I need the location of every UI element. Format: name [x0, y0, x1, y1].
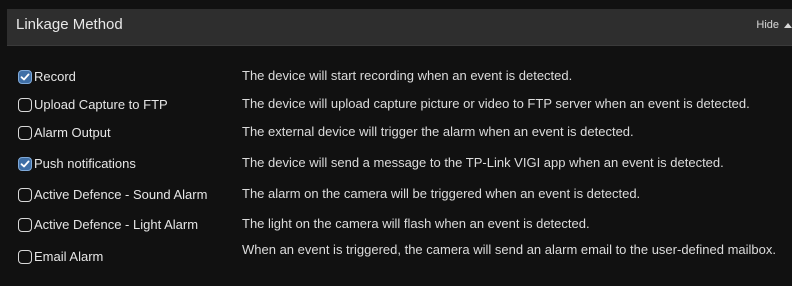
option-description: The light on the camera will flash when … — [242, 216, 590, 231]
checkbox[interactable] — [18, 97, 32, 112]
option-record[interactable]: Record — [18, 69, 76, 84]
option-active-defence-sound-alarm[interactable]: Active Defence - Sound Alarm — [18, 187, 207, 202]
option-label: Active Defence - Light Alarm — [34, 217, 199, 232]
checkbox[interactable] — [18, 249, 32, 264]
option-push-notifications[interactable]: Push notifications — [18, 156, 136, 171]
option-description: The device will upload capture picture o… — [242, 96, 750, 111]
check-icon — [20, 73, 30, 80]
option-description: When an event is triggered, the camera w… — [242, 242, 776, 257]
option-label: Record — [34, 69, 76, 84]
checkbox[interactable] — [18, 187, 32, 202]
option-description: The alarm on the camera will be triggere… — [242, 186, 641, 201]
option-label: Upload Capture to FTP — [34, 97, 168, 112]
checkbox-checked[interactable] — [18, 156, 32, 171]
option-label: Push notifications — [34, 156, 136, 171]
option-description: The device will send a message to the TP… — [242, 155, 724, 170]
option-active-defence-light-alarm[interactable]: Active Defence - Light Alarm — [18, 217, 198, 232]
option-upload-capture-to-ftp[interactable]: Upload Capture to FTP — [18, 97, 168, 112]
option-description: The device will start recording when an … — [242, 68, 573, 83]
linkage-method-panel: Linkage Method Hide Record The device wil… — [0, 0, 792, 286]
checkbox-checked[interactable] — [18, 69, 32, 84]
section-header: Linkage Method Hide — [7, 9, 792, 46]
checkbox[interactable] — [18, 125, 32, 140]
checkbox[interactable] — [18, 217, 32, 232]
option-description: The external device will trigger the ala… — [242, 124, 634, 139]
hide-toggle-label: Hide — [756, 19, 779, 31]
caret-up-icon — [784, 22, 792, 28]
option-email-alarm[interactable]: Email Alarm — [18, 249, 103, 264]
option-label: Alarm Output — [34, 125, 111, 140]
option-label: Active Defence - Sound Alarm — [34, 187, 208, 202]
hide-toggle-button[interactable]: Hide — [756, 19, 792, 31]
check-icon — [20, 160, 30, 167]
option-alarm-output[interactable]: Alarm Output — [18, 125, 111, 140]
section-title: Linkage Method — [16, 16, 123, 33]
option-label: Email Alarm — [34, 249, 104, 264]
